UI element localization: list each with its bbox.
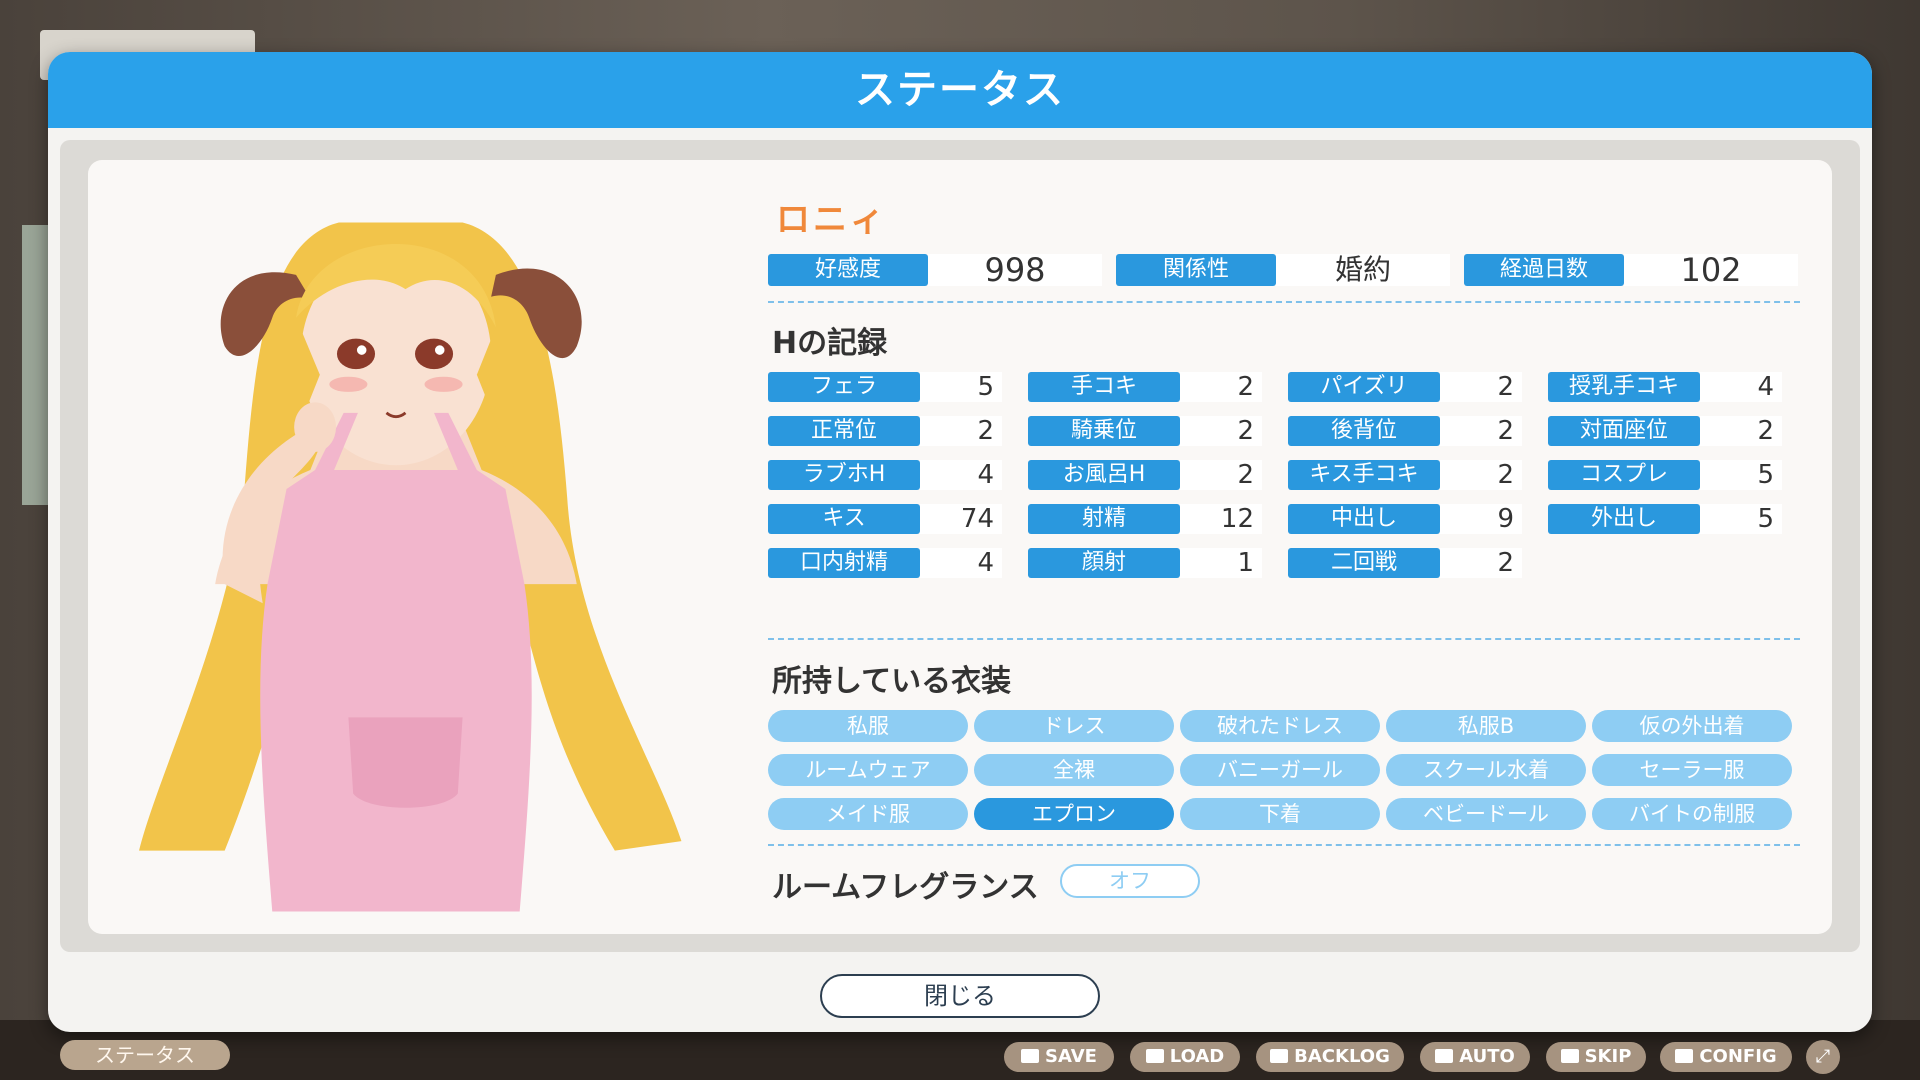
h-record-label: 後背位 (1288, 416, 1440, 446)
toolbar-label: SAVE (1045, 1046, 1097, 1067)
outfit-button[interactable]: メイド服 (768, 798, 968, 830)
h-record-label: 授乳手コキ (1548, 372, 1700, 402)
outfit-button[interactable]: ベビードール (1386, 798, 1586, 830)
h-record-label: 手コキ (1028, 372, 1180, 402)
gear-icon (1675, 1049, 1693, 1063)
h-record-value: 2 (1440, 372, 1522, 402)
h-record-label: フェラ (768, 372, 920, 402)
load-icon (1146, 1049, 1164, 1063)
h-record-value: 5 (920, 372, 1002, 402)
stat-value-relationship: 婚約 (1276, 254, 1450, 286)
stat-label-days: 経過日数 (1464, 254, 1624, 286)
save-icon (1021, 1049, 1039, 1063)
outfit-button[interactable]: 私服 (768, 710, 968, 742)
outfit-button[interactable]: 仮の外出着 (1592, 710, 1792, 742)
h-record-value: 2 (1180, 372, 1262, 402)
h-record-value: 1 (1180, 548, 1262, 578)
outfit-button[interactable]: スクール水着 (1386, 754, 1586, 786)
h-record-value: 2 (1700, 416, 1782, 446)
stat-value-affection: 998 (928, 254, 1102, 286)
h-record-value: 12 (1180, 504, 1262, 534)
h-record-label: キス手コキ (1288, 460, 1440, 490)
outfit-button[interactable]: 破れたドレス (1180, 710, 1380, 742)
h-record-label: パイズリ (1288, 372, 1440, 402)
h-record-value: 2 (1440, 460, 1522, 490)
character-name: ロニィ (776, 192, 887, 241)
outfit-button[interactable]: ドレス (974, 710, 1174, 742)
h-record-value: 4 (920, 548, 1002, 578)
h-record-label: キス (768, 504, 920, 534)
h-record-value: 5 (1700, 504, 1782, 534)
toolbar-label: LOAD (1170, 1046, 1225, 1067)
fragrance-title: ルームフレグランス (772, 862, 1039, 906)
outfits-title: 所持している衣装 (772, 656, 1011, 700)
h-record-label: 口内射精 (768, 548, 920, 578)
h-record-label: 二回戦 (1288, 548, 1440, 578)
stat-value-days: 102 (1624, 254, 1798, 286)
skip-icon (1561, 1049, 1579, 1063)
backlog-button[interactable]: BACKLOG (1256, 1042, 1404, 1072)
h-record-label: 外出し (1548, 504, 1700, 534)
character-portrait (120, 166, 710, 930)
h-record-label: ラブホH (768, 460, 920, 490)
load-button[interactable]: LOAD (1130, 1042, 1240, 1072)
expand-icon[interactable]: ⤢ (1806, 1040, 1840, 1074)
h-record-value: 9 (1440, 504, 1522, 534)
h-record-value: 5 (1700, 460, 1782, 490)
h-record-label: 顔射 (1028, 548, 1180, 578)
config-button[interactable]: CONFIG (1660, 1042, 1792, 1072)
h-record-value: 2 (920, 416, 1002, 446)
stat-label-relationship: 関係性 (1116, 254, 1276, 286)
divider-3 (768, 844, 1800, 846)
toolbar-label: BACKLOG (1294, 1046, 1390, 1067)
h-record-value: 74 (920, 504, 1002, 534)
backlog-icon (1270, 1049, 1288, 1063)
outfit-button[interactable]: エプロン (974, 798, 1174, 830)
divider-1 (768, 301, 1800, 303)
save-button[interactable]: SAVE (1004, 1042, 1114, 1072)
h-record-label: 中出し (1288, 504, 1440, 534)
h-record-label: 騎乗位 (1028, 416, 1180, 446)
outfit-button[interactable]: セーラー服 (1592, 754, 1792, 786)
h-record-value: 2 (1180, 416, 1262, 446)
outfit-button[interactable]: 全裸 (974, 754, 1174, 786)
auto-button[interactable]: AUTO (1420, 1042, 1530, 1072)
stat-label-affection: 好感度 (768, 254, 928, 286)
h-record-value: 2 (1440, 416, 1522, 446)
toolbar-label: AUTO (1459, 1046, 1515, 1067)
h-record-label: コスプレ (1548, 460, 1700, 490)
h-record-value: 4 (1700, 372, 1782, 402)
outfit-button[interactable]: バイトの制服 (1592, 798, 1792, 830)
outfit-button[interactable]: 私服B (1386, 710, 1586, 742)
outfit-button[interactable]: ルームウェア (768, 754, 968, 786)
h-record-label: 対面座位 (1548, 416, 1700, 446)
skip-button[interactable]: SKIP (1546, 1042, 1646, 1072)
outfit-button[interactable]: バニーガール (1180, 754, 1380, 786)
h-record-label: お風呂H (1028, 460, 1180, 490)
h-record-title: Hの記録 (772, 318, 887, 362)
modal-title: ステータス (48, 52, 1872, 128)
status-tab[interactable]: ステータス (60, 1040, 230, 1070)
close-button[interactable]: 閉じる (820, 974, 1100, 1018)
divider-2 (768, 638, 1800, 640)
h-record-value: 4 (920, 460, 1002, 490)
play-icon (1435, 1049, 1453, 1063)
h-record-value: 2 (1180, 460, 1262, 490)
h-record-label: 正常位 (768, 416, 920, 446)
h-record-value: 2 (1440, 548, 1522, 578)
h-record-label: 射精 (1028, 504, 1180, 534)
fragrance-toggle[interactable]: オフ (1060, 864, 1200, 898)
toolbar-label: SKIP (1585, 1046, 1632, 1067)
outfit-button[interactable]: 下着 (1180, 798, 1380, 830)
toolbar-label: CONFIG (1699, 1046, 1776, 1067)
